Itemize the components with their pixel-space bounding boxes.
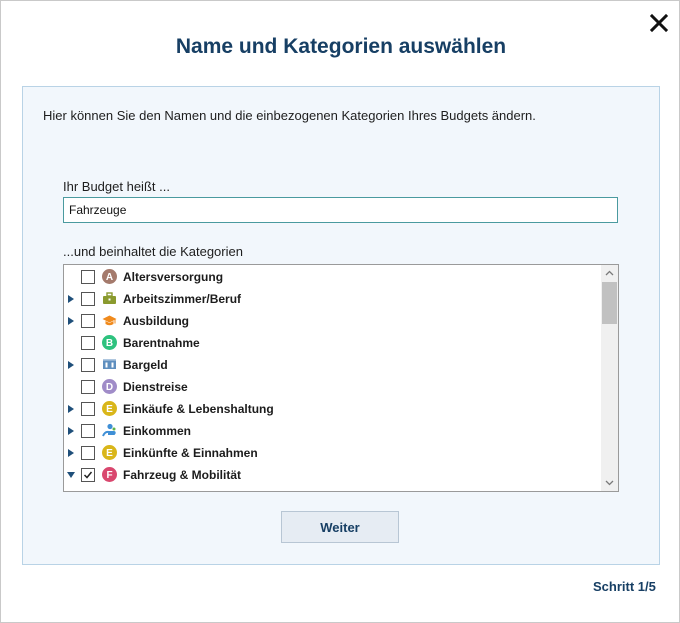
scrollbar[interactable] bbox=[601, 265, 618, 491]
letter-a-icon: A bbox=[102, 269, 117, 284]
next-button[interactable]: Weiter bbox=[281, 511, 399, 543]
dialog-title: Name und Kategorien auswählen bbox=[175, 35, 507, 58]
budget-name-label: Ihr Budget heißt ... bbox=[63, 179, 170, 194]
close-button[interactable] bbox=[646, 10, 672, 36]
category-label: Bargeld bbox=[123, 358, 168, 372]
close-icon bbox=[649, 13, 669, 33]
svg-text:F: F bbox=[106, 470, 112, 481]
category-label: Ausbildung bbox=[123, 314, 189, 328]
category-checkbox[interactable] bbox=[81, 446, 95, 460]
category-label: Altersversorgung bbox=[123, 270, 224, 284]
svg-text:E: E bbox=[106, 404, 113, 415]
expand-arrow-icon[interactable] bbox=[68, 449, 74, 457]
category-row[interactable]: B Barentnahme bbox=[64, 332, 600, 354]
dialog-window: Name und Kategorien auswählen Hier könne… bbox=[0, 0, 680, 623]
category-label: Barentnahme bbox=[123, 336, 200, 350]
intro-text: Hier können Sie den Namen und die einbez… bbox=[43, 108, 536, 123]
svg-text:B: B bbox=[106, 338, 113, 349]
budget-name-input[interactable] bbox=[63, 197, 618, 223]
category-row[interactable]: Arbeitszimmer/Beruf bbox=[64, 288, 600, 310]
svg-text:E: E bbox=[106, 448, 113, 459]
chevron-up-icon bbox=[605, 270, 614, 276]
category-row[interactable]: Einkommen bbox=[64, 420, 600, 442]
category-checkbox[interactable] bbox=[81, 292, 95, 306]
content-panel: Hier können Sie den Namen und die einbez… bbox=[22, 86, 660, 565]
chevron-down-icon bbox=[605, 480, 614, 486]
scroll-up-button[interactable] bbox=[601, 265, 618, 282]
category-row[interactable]: A Altersversorgung bbox=[64, 266, 600, 288]
category-checkbox[interactable] bbox=[81, 358, 95, 372]
person-hand-icon bbox=[102, 423, 117, 438]
category-label: Einkäufe & Lebenshaltung bbox=[123, 402, 274, 416]
letter-b-icon: B bbox=[102, 335, 117, 350]
category-label: Einkommen bbox=[123, 424, 192, 438]
step-indicator: Schritt 1/5 bbox=[593, 579, 656, 594]
category-checkbox[interactable] bbox=[81, 402, 95, 416]
categories-label: ...und beinhaltet die Kategorien bbox=[63, 244, 243, 259]
scroll-down-button[interactable] bbox=[601, 474, 618, 491]
scrollbar-thumb[interactable] bbox=[602, 282, 617, 324]
expanded-arrow-icon[interactable] bbox=[67, 472, 75, 478]
category-row[interactable]: E Einkünfte & Einnahmen bbox=[64, 442, 600, 464]
category-row[interactable]: Ausbildung bbox=[64, 310, 600, 332]
expand-arrow-icon[interactable] bbox=[68, 317, 74, 325]
category-label: Dienstreise bbox=[123, 380, 188, 394]
checkmark-icon bbox=[83, 471, 93, 479]
category-checkbox[interactable] bbox=[81, 468, 95, 482]
category-label: Arbeitszimmer/Beruf bbox=[123, 292, 242, 306]
letter-d-icon: D bbox=[102, 379, 117, 394]
category-checkbox[interactable] bbox=[81, 424, 95, 438]
category-row[interactable]: F Fahrzeug & Mobilität bbox=[64, 464, 600, 486]
category-row[interactable]: E Einkäufe & Lebenshaltung bbox=[64, 398, 600, 420]
graduation-cap-icon bbox=[102, 313, 117, 328]
category-label: Fahrzeug & Mobilität bbox=[123, 468, 241, 482]
briefcase-icon bbox=[102, 291, 117, 306]
letter-e-icon: E bbox=[102, 401, 117, 416]
expand-arrow-icon[interactable] bbox=[68, 427, 74, 435]
svg-text:A: A bbox=[106, 272, 113, 283]
category-label: Einkünfte & Einnahmen bbox=[123, 446, 258, 460]
category-checkbox[interactable] bbox=[81, 380, 95, 394]
expand-arrow-icon[interactable] bbox=[68, 405, 74, 413]
expand-arrow-icon[interactable] bbox=[68, 295, 74, 303]
category-checkbox[interactable] bbox=[81, 336, 95, 350]
svg-text:D: D bbox=[106, 382, 113, 393]
category-row[interactable]: D Dienstreise bbox=[64, 376, 600, 398]
letter-f-icon: F bbox=[102, 467, 117, 482]
category-list[interactable]: F Fahrzeug & Mobilität E Einkünfte & Einnah… bbox=[63, 264, 619, 492]
category-checkbox[interactable] bbox=[81, 270, 95, 284]
category-row[interactable]: Bargeld bbox=[64, 354, 600, 376]
category-checkbox[interactable] bbox=[81, 314, 95, 328]
letter-e-icon: E bbox=[102, 445, 117, 460]
expand-arrow-icon[interactable] bbox=[68, 361, 74, 369]
cash-icon bbox=[102, 357, 117, 372]
